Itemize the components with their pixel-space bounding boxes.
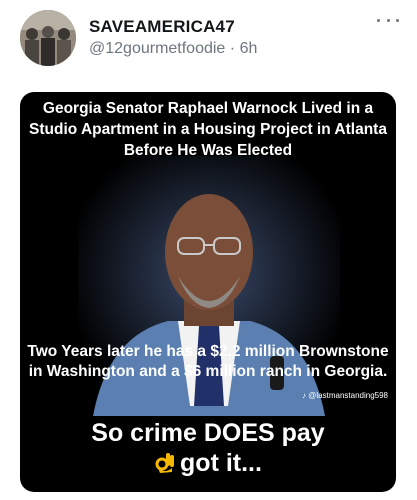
- handle[interactable]: @12gourmetfoodie: [89, 40, 225, 57]
- tiktok-icon: ♪: [302, 391, 307, 400]
- punchline-line2: got it...: [20, 448, 396, 481]
- avatar[interactable]: [20, 10, 76, 66]
- meme-headline: Georgia Senator Raphael Warnock Lived in…: [29, 100, 387, 159]
- tiktok-watermark: ♪ @lastmanstanding598: [302, 391, 388, 400]
- tweet-image[interactable]: Georgia Senator Raphael Warnock Lived in…: [20, 92, 396, 492]
- punchline-line1: So crime DOES pay: [91, 419, 325, 447]
- punchline-line2-text: got it...: [180, 449, 262, 477]
- timestamp[interactable]: 6h: [240, 40, 258, 57]
- more-horizontal-icon[interactable]: [377, 12, 399, 28]
- username[interactable]: SAVEAMERICA47: [89, 17, 235, 37]
- meme-punchline: So crime DOES pay got it...: [20, 418, 396, 481]
- ok-hand-emoji: [154, 450, 176, 481]
- handle-line: @12gourmetfoodie · 6h: [89, 40, 257, 58]
- separator: ·: [229, 40, 236, 57]
- watermark-text: @lastmanstanding598: [308, 391, 388, 400]
- meme-caption: Two Years later he has a $2.2 million Br…: [27, 343, 389, 380]
